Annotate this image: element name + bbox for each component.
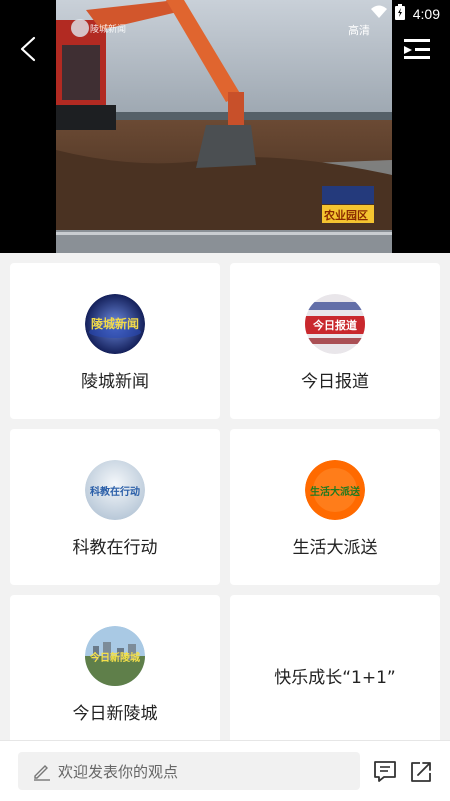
program-card-lingcheng-news[interactable]: 陵城新闻 陵城新闻 [10,263,220,419]
logo-text: 陵城新闻 [90,317,139,331]
today-report-logo: 今日报道 [305,294,365,354]
science-education-logo: 科教在行动 [85,460,145,520]
comment-input[interactable]: 欢迎发表你的观点 [18,752,360,790]
video-frame[interactable]: 陵城新闻 农业园区 [56,0,392,253]
life-delivery-logo: 生活大派送 [305,460,365,520]
share-button[interactable] [408,759,434,785]
comments-button[interactable] [372,759,398,785]
logo-text: 生活大派送 [310,487,360,498]
logo-text: 科教在行动 [90,487,140,498]
comment-icon [374,761,396,782]
program-label: 今日报道 [301,372,369,392]
program-label: 快乐成长“1+1” [274,668,396,688]
wifi-icon [370,5,387,23]
new-lingcheng-today-logo: 今日新陵城 [85,626,145,686]
program-card-happy-growth[interactable]: 快乐成长“1+1” [230,595,440,751]
playlist-button[interactable] [402,36,432,62]
program-card-today-report[interactable]: 今日报道 今日报道 [230,263,440,419]
program-card-new-lingcheng-today[interactable]: 今日新陵城 今日新陵城 [10,595,220,751]
video-caption: 农业园区 [324,209,368,222]
program-label: 今日新陵城 [72,704,158,724]
program-grid: 陵城新闻 陵城新闻 今日报道 今日报道 科教在行动 科教在行动 生活大派送 生活… [10,263,440,751]
logo-text: 今日新陵城 [90,653,140,664]
playlist-icon [404,39,430,59]
status-bar: 4:09 [370,4,440,24]
program-card-science-education[interactable]: 科教在行动 科教在行动 [10,429,220,585]
battery-icon [394,4,405,24]
bottom-bar: 欢迎发表你的观点 [0,740,450,801]
comment-placeholder: 欢迎发表你的观点 [58,762,179,781]
quality-label[interactable]: 高清 [348,22,370,38]
back-button[interactable] [12,32,46,66]
program-card-life-delivery[interactable]: 生活大派送 生活大派送 [230,429,440,585]
status-time: 4:09 [412,6,440,22]
program-label: 生活大派送 [292,538,378,558]
chevron-left-icon [20,36,36,62]
share-icon [411,762,431,782]
video-player[interactable]: 陵城新闻 农业园区 4:09 高清 [0,0,450,253]
pencil-icon [34,765,50,781]
program-label: 陵城新闻 [81,372,149,392]
channel-logo-text: 陵城新闻 [90,25,127,35]
program-label: 科教在行动 [72,538,158,558]
lingcheng-news-logo: 陵城新闻 [85,294,145,354]
logo-text: 今日报道 [313,319,357,332]
